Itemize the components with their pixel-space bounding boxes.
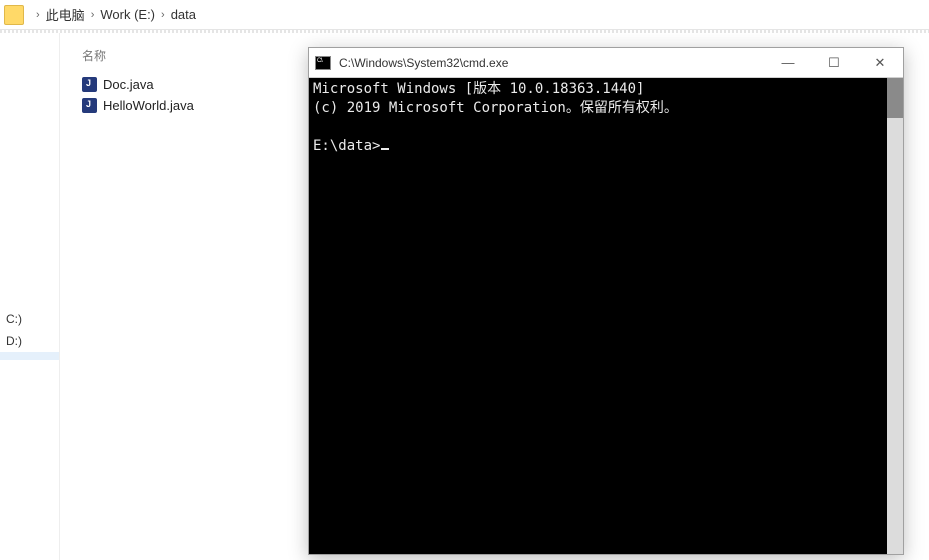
cmd-body-wrap: Microsoft Windows [版本 10.0.18363.1440] (… xyxy=(309,78,903,554)
cmd-line: Microsoft Windows [版本 10.0.18363.1440] xyxy=(313,81,644,97)
breadcrumb-drive[interactable]: Work (E:) xyxy=(100,7,155,22)
explorer-sidebar[interactable]: C:) D:) xyxy=(0,33,60,560)
explorer-address-bar[interactable]: › 此电脑 › Work (E:) › data xyxy=(0,0,929,30)
cursor-icon xyxy=(381,148,389,150)
cmd-prompt: E:\data> xyxy=(313,138,380,154)
cmd-window[interactable]: C:\Windows\System32\cmd.exe — ☐ ✕ Micros… xyxy=(308,47,904,555)
cmd-line: (c) 2019 Microsoft Corporation。保留所有权利。 xyxy=(313,100,678,116)
file-name: Doc.java xyxy=(103,77,154,92)
drive-item-d[interactable]: D:) xyxy=(0,330,59,352)
folder-icon xyxy=(4,5,24,25)
cmd-titlebar[interactable]: C:\Windows\System32\cmd.exe — ☐ ✕ xyxy=(309,48,903,78)
file-name: HelloWorld.java xyxy=(103,98,194,113)
scrollbar-thumb[interactable] xyxy=(887,78,903,118)
cmd-scrollbar[interactable] xyxy=(887,78,903,554)
chevron-right-icon: › xyxy=(36,9,40,21)
breadcrumb-root[interactable]: 此电脑 xyxy=(46,5,85,24)
java-file-icon xyxy=(82,77,97,92)
drive-list: C:) D:) xyxy=(0,308,59,360)
drive-item-c[interactable]: C:) xyxy=(0,308,59,330)
java-file-icon xyxy=(82,98,97,113)
cmd-title: C:\Windows\System32\cmd.exe xyxy=(339,56,765,70)
minimize-button[interactable]: — xyxy=(765,48,811,77)
cmd-icon xyxy=(315,56,331,70)
chevron-right-icon: › xyxy=(161,9,165,21)
close-button[interactable]: ✕ xyxy=(857,48,903,77)
window-controls: — ☐ ✕ xyxy=(765,48,903,77)
breadcrumb-folder[interactable]: data xyxy=(171,7,196,22)
cmd-terminal[interactable]: Microsoft Windows [版本 10.0.18363.1440] (… xyxy=(309,78,887,554)
drive-item-selected[interactable] xyxy=(0,352,59,360)
maximize-button[interactable]: ☐ xyxy=(811,48,857,77)
chevron-right-icon: › xyxy=(91,9,95,21)
